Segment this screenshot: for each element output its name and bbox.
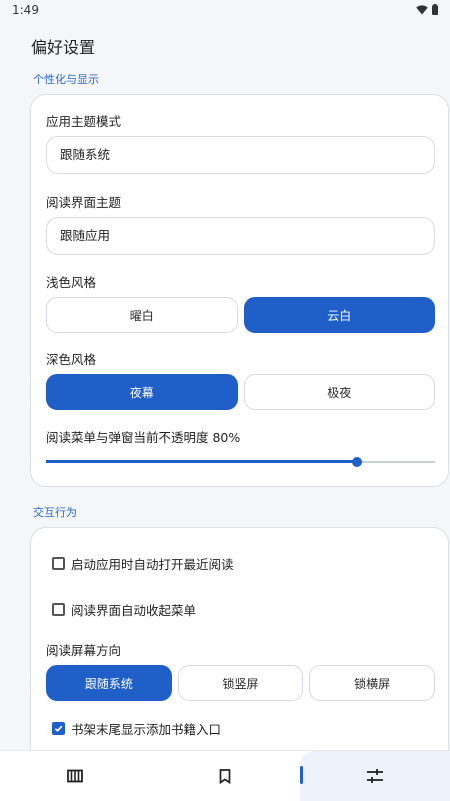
- orientation-label: 阅读屏幕方向: [46, 643, 122, 658]
- nav-bookmarks[interactable]: [150, 751, 300, 801]
- section-title-display: 个性化与显示: [33, 73, 99, 86]
- auto-open-recent-row[interactable]: 启动应用时自动打开最近阅读: [52, 554, 234, 573]
- dark-style-option-yemu[interactable]: 夜幕: [46, 374, 238, 410]
- auto-open-recent-checkbox[interactable]: [52, 557, 65, 570]
- light-style-option-yaobai[interactable]: 曜白: [46, 297, 238, 333]
- opacity-slider-thumb[interactable]: [352, 457, 363, 467]
- wifi-icon: [416, 4, 428, 14]
- auto-collapse-menu-checkbox[interactable]: [52, 603, 65, 616]
- light-style-option-yunbai[interactable]: 云白: [243, 297, 435, 333]
- orientation-option-lock-portrait[interactable]: 锁竖屏: [177, 665, 304, 701]
- nav-settings[interactable]: [300, 751, 450, 801]
- nav-bookshelf[interactable]: [0, 751, 150, 801]
- opacity-slider[interactable]: [46, 455, 435, 469]
- orientation-group: 跟随系统 锁竖屏 锁横屏: [46, 665, 436, 701]
- orientation-option-lock-landscape[interactable]: 锁横屏: [309, 665, 436, 701]
- reader-theme-label: 阅读界面主题: [46, 195, 122, 210]
- interaction-settings-card: 启动应用时自动打开最近阅读 阅读界面自动收起菜单 阅读屏幕方向 跟随系统 锁竖屏…: [30, 527, 449, 767]
- status-bar: 1:49: [0, 0, 450, 22]
- opacity-label: 阅读菜单与弹窗当前不透明度 80%: [46, 430, 241, 445]
- reader-theme-select[interactable]: 跟随应用: [46, 217, 435, 255]
- auto-collapse-menu-row[interactable]: 阅读界面自动收起菜单: [52, 600, 196, 619]
- checkmark-icon: [54, 725, 63, 733]
- app-theme-select[interactable]: 跟随系统: [46, 136, 435, 174]
- light-style-group: 曜白 云白: [46, 297, 435, 333]
- bottom-nav: [0, 750, 450, 801]
- auto-collapse-menu-label: 阅读界面自动收起菜单: [71, 603, 197, 618]
- section-title-interaction: 交互行为: [33, 506, 77, 519]
- opacity-slider-fill: [46, 460, 358, 463]
- battery-icon: [432, 4, 438, 15]
- dark-style-group: 夜幕 极夜: [46, 374, 435, 410]
- app-theme-label: 应用主题模式: [46, 114, 122, 129]
- orientation-option-follow-system[interactable]: 跟随系统: [46, 665, 172, 701]
- settings-sliders-icon: [367, 769, 383, 783]
- nav-active-indicator: [300, 766, 303, 784]
- page-title: 偏好设置: [31, 38, 96, 57]
- display-settings-card: 应用主题模式 跟随系统 阅读界面主题 跟随应用 浅色风格 曜白 云白 深色风格 …: [30, 94, 449, 487]
- show-add-book-label: 书架末尾显示添加书籍入口: [71, 722, 222, 737]
- dark-style-option-jiye[interactable]: 极夜: [243, 374, 435, 410]
- show-add-book-row[interactable]: 书架末尾显示添加书籍入口: [52, 719, 221, 738]
- auto-open-recent-label: 启动应用时自动打开最近阅读: [71, 557, 234, 572]
- bookmark-icon: [219, 768, 231, 784]
- dark-style-label: 深色风格: [46, 352, 97, 367]
- status-icons: [416, 4, 438, 15]
- bookshelf-icon: [67, 769, 83, 783]
- status-time: 1:49: [12, 3, 39, 17]
- light-style-label: 浅色风格: [46, 275, 97, 290]
- show-add-book-checkbox[interactable]: [52, 722, 65, 735]
